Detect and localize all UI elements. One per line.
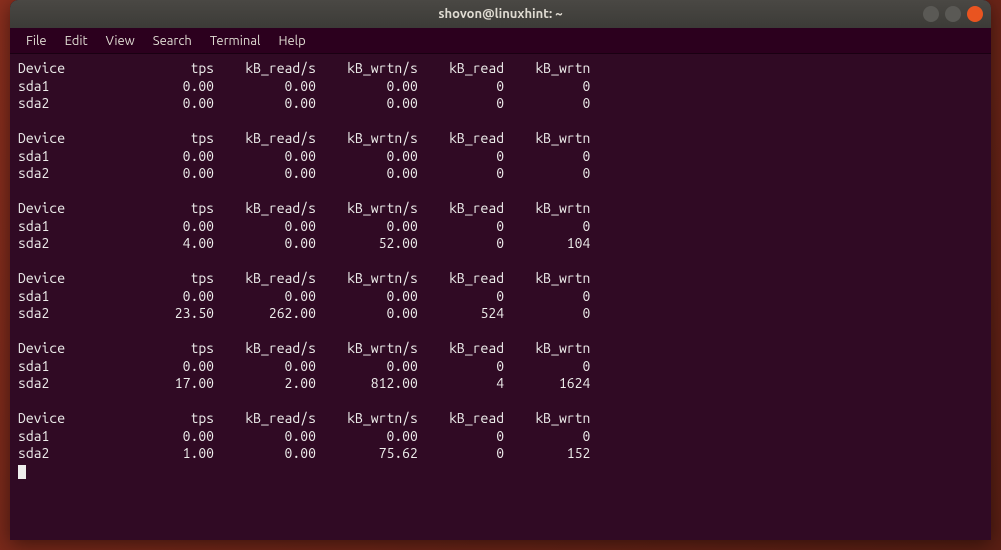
cursor: [18, 465, 26, 479]
minimize-button[interactable]: [923, 6, 939, 22]
close-button[interactable]: [967, 6, 983, 22]
titlebar: shovon@linuxhint: ~: [10, 0, 991, 28]
iostat-header: Device tps kB_read/s kB_wrtn/s kB_read k…: [18, 340, 983, 358]
blank-line: [18, 113, 983, 131]
iostat-row: sda2 0.00 0.00 0.00 0 0: [18, 95, 983, 113]
iostat-row: sda1 0.00 0.00 0.00 0 0: [18, 78, 983, 96]
menu-view[interactable]: View: [98, 32, 143, 50]
terminal-window: shovon@linuxhint: ~ File Edit View Searc…: [10, 0, 991, 540]
iostat-row: sda1 0.00 0.00 0.00 0 0: [18, 288, 983, 306]
window-controls: [923, 6, 983, 22]
menu-file[interactable]: File: [18, 32, 55, 50]
blank-line: [18, 253, 983, 271]
cursor-line: [18, 463, 983, 481]
iostat-row: sda1 0.00 0.00 0.00 0 0: [18, 428, 983, 446]
iostat-row: sda2 1.00 0.00 75.62 0 152: [18, 445, 983, 463]
maximize-button[interactable]: [945, 6, 961, 22]
iostat-row: sda1 0.00 0.00 0.00 0 0: [18, 218, 983, 236]
iostat-row: sda2 0.00 0.00 0.00 0 0: [18, 165, 983, 183]
iostat-row: sda1 0.00 0.00 0.00 0 0: [18, 358, 983, 376]
blank-line: [18, 323, 983, 341]
iostat-header: Device tps kB_read/s kB_wrtn/s kB_read k…: [18, 60, 983, 78]
terminal-output[interactable]: Device tps kB_read/s kB_wrtn/s kB_read k…: [10, 54, 991, 540]
iostat-header: Device tps kB_read/s kB_wrtn/s kB_read k…: [18, 200, 983, 218]
menu-search[interactable]: Search: [145, 32, 200, 50]
iostat-header: Device tps kB_read/s kB_wrtn/s kB_read k…: [18, 270, 983, 288]
menubar: File Edit View Search Terminal Help: [10, 28, 991, 54]
iostat-row: sda2 4.00 0.00 52.00 0 104: [18, 235, 983, 253]
iostat-row: sda2 17.00 2.00 812.00 4 1624: [18, 375, 983, 393]
menu-help[interactable]: Help: [270, 32, 313, 50]
menu-edit[interactable]: Edit: [57, 32, 96, 50]
iostat-header: Device tps kB_read/s kB_wrtn/s kB_read k…: [18, 130, 983, 148]
iostat-header: Device tps kB_read/s kB_wrtn/s kB_read k…: [18, 410, 983, 428]
iostat-row: sda2 23.50 262.00 0.00 524 0: [18, 305, 983, 323]
blank-line: [18, 393, 983, 411]
window-title: shovon@linuxhint: ~: [438, 7, 562, 21]
iostat-row: sda1 0.00 0.00 0.00 0 0: [18, 148, 983, 166]
blank-line: [18, 183, 983, 201]
menu-terminal[interactable]: Terminal: [202, 32, 269, 50]
